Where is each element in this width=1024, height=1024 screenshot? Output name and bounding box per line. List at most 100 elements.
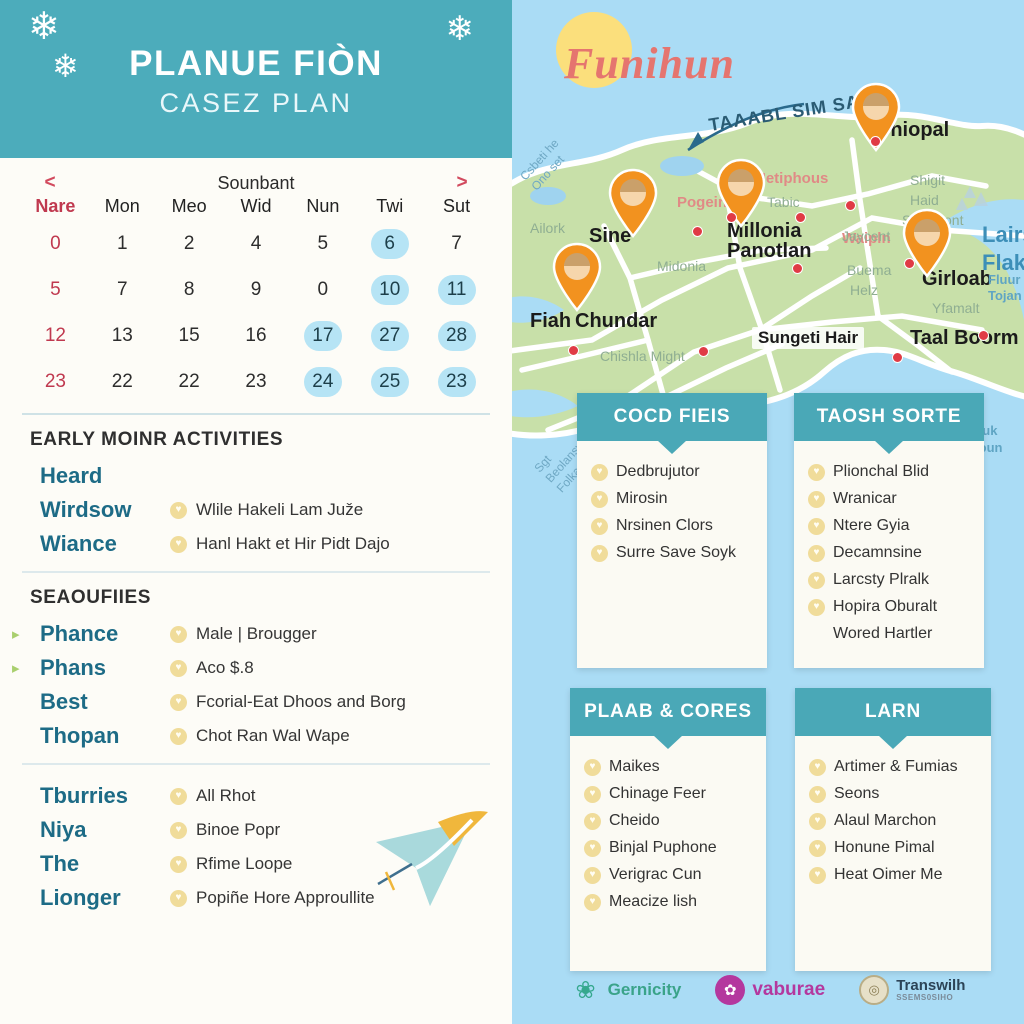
sponsor-logo[interactable]: ◎ Transwilh SSEMS0SIHO [859,975,965,1005]
prev-month-button[interactable]: < [22,172,78,194]
calendar-day[interactable]: 23 [423,361,490,403]
map-marker-dot[interactable] [978,330,989,341]
calendar-day[interactable]: 1 [89,223,156,265]
map-marker-dot[interactable] [904,258,915,269]
map-marker-dot[interactable] [795,212,806,223]
heart-icon: ♥ [809,785,826,803]
map-marker-dot[interactable] [726,212,737,223]
calendar-day[interactable]: 5 [289,223,356,265]
heart-icon: ♥ [809,758,826,776]
map-marker-dot[interactable] [870,136,881,147]
map-pin-icon[interactable] [714,158,768,228]
activity-label: The [40,851,80,877]
calendar-day[interactable]: 15 [156,315,223,357]
info-card-title: TAOSH SORTE [794,393,984,441]
map-pin-icon[interactable] [550,242,604,312]
info-card: COCD FIEIS ♥ Dedbrujutor ♥ Mirosin ♥ Nrsinen C… [577,393,767,668]
sponsor-logo-name: vaburae [752,979,826,1000]
map-water-label: Fluur [988,272,1021,287]
calendar-day[interactable]: 0 [22,223,89,265]
calendar-day[interactable]: 22 [89,361,156,403]
calendar-day[interactable]: 0 [289,269,356,311]
activity-detail: ♥ Chot Ran Wal Wape [170,726,490,746]
info-card-item: ♥ Dedbrujutor [591,463,755,481]
activity-detail: ♥ All Rhot [170,786,490,806]
calendar-day-number: 8 [183,279,195,300]
calendar-day[interactable]: 7 [423,223,490,265]
activity-detail-text: All Rhot [196,786,256,805]
section-title: EARLY MOINR ACTIVITIES [30,429,284,450]
info-card-item: ♥ Cheido [584,812,754,830]
map-city-label: Panotlan [727,240,812,262]
calendar-day-number: 17 [303,321,342,351]
map-area-label: Yfamalt [932,300,980,316]
sponsor-logos: ❀ Gernicity ✿ vaburae ◎ Transwilh SSEMS0SIHO [512,964,1024,1016]
info-card-item-text: Heat Oimer Me [834,866,943,883]
info-card-item: ♥ Alaul Marchon [809,812,979,830]
info-card-item: ♥ Chinage Feer [584,785,754,803]
map-marker-dot[interactable] [845,200,856,211]
map-marker-dot[interactable] [692,226,703,237]
calendar-weekday: Nare [35,196,76,216]
activity-label: Tburries [40,783,129,809]
sponsor-logo[interactable]: ✿ vaburae [715,975,825,1005]
calendar-day[interactable]: 5 [22,269,89,311]
map-marker-dot[interactable] [792,263,803,274]
info-card: TAOSH SORTE ♥ Plionchal Blid ♥ Wranicar ♥ Nter… [794,393,984,668]
calendar-day[interactable]: 8 [156,269,223,311]
activity-detail-text: Rfime Loope [196,854,293,873]
calendar-day[interactable]: 11 [423,269,490,311]
calendar-day[interactable]: 2 [156,223,223,265]
calendar-day[interactable]: 13 [89,315,156,357]
calendar-day[interactable]: 6 [356,223,423,265]
calendar-weekday: Twi [376,196,404,216]
map-marker-dot[interactable] [892,352,903,363]
activity-row: Phance ♥ Male | Brougger [30,617,490,651]
calendar-day[interactable]: 28 [423,315,490,357]
sponsor-logo[interactable]: ❀ Gernicity [571,975,682,1005]
info-card-item-text: Honune Pimal [834,839,935,856]
calendar-day-number: 23 [44,371,66,392]
info-card-item-text: Hopira Oburalt [833,598,938,615]
calendar-day[interactable]: 16 [223,315,290,357]
info-card-item: ♥ Mirosin [591,490,755,508]
info-card-body: ♥ Artimer & Fumias ♥ Seons ♥ Alaul Marchon ♥ Ho… [795,736,991,905]
info-card-item-text: Larcsty Plralk [833,571,930,588]
map-pin-icon[interactable] [606,168,660,238]
info-card-item-text: Ntere Gyia [833,517,910,534]
calendar-day[interactable]: 7 [89,269,156,311]
calendar-day[interactable]: 17 [289,315,356,357]
calendar-grid: 0 1 2 4 5 6 7 5 7 8 9 0 10 11 12 13 15 16 17 27 28 23 22 22 23 24… [22,223,490,403]
calendar-day[interactable]: 24 [289,361,356,403]
heart-icon: ♥ [591,490,608,508]
map-city-label: Fiah [530,310,572,332]
info-card-body: ♥ Plionchal Blid ♥ Wranicar ♥ Ntere Gyia ♥ Deca… [794,441,984,664]
calendar-day[interactable]: 10 [356,269,423,311]
next-month-button[interactable]: > [434,172,490,194]
heart-icon: ♥ [808,598,825,616]
heart-icon: ♥ [170,855,187,873]
map-marker-dot[interactable] [698,346,709,357]
map-marker-dot[interactable] [568,345,579,356]
calendar-day[interactable]: 23 [223,361,290,403]
info-card-item-text: Artimer & Fumias [834,758,958,775]
calendar-day[interactable]: 22 [156,361,223,403]
heart-icon: ♥ [808,517,825,535]
calendar-day[interactable]: 25 [356,361,423,403]
calendar-day[interactable]: 23 [22,361,89,403]
info-card-item-text: Verigrac Cun [609,866,702,883]
calendar-day[interactable]: 27 [356,315,423,357]
calendar-month-label: Sounbant [217,172,295,193]
info-card-item: ♥ Nrsinen Clors [591,517,755,535]
info-card-item-text: Decamnsine [833,544,922,561]
heart-icon: ♥ [584,758,601,776]
calendar-day-number: 2 [183,233,195,254]
activity-detail: ♥ Fcorial-Eat Dhoos and Borg [170,692,490,712]
heart-icon: ♥ [170,659,187,677]
sponsor-logo-tagline: SSEMS0SIHO [896,992,954,1002]
info-card-item: Wored Hartler [833,625,933,642]
calendar-day[interactable]: 12 [22,315,89,357]
calendar-day[interactable]: 9 [223,269,290,311]
sponsor-logo-icon: ✿ [715,975,746,1005]
calendar-day[interactable]: 4 [223,223,290,265]
